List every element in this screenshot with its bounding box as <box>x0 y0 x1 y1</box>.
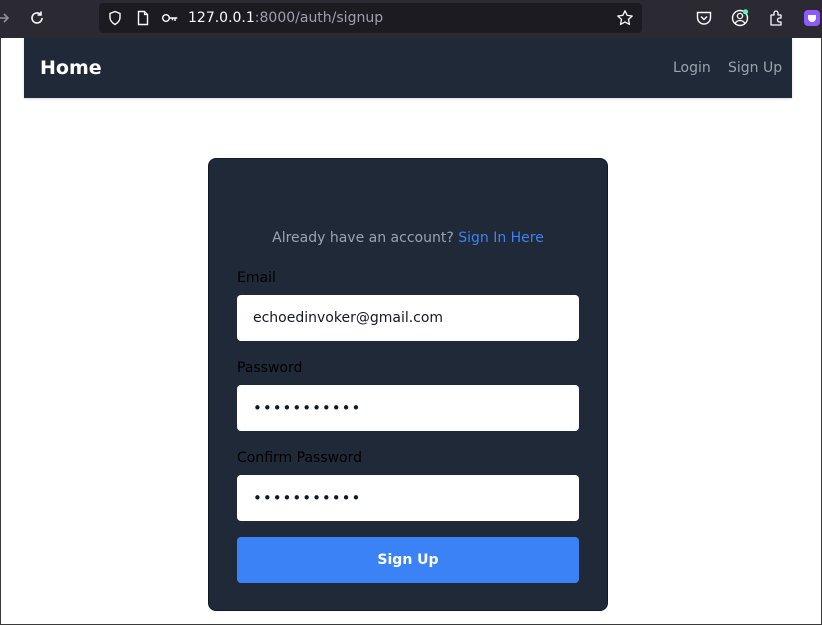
extensions-icon[interactable] <box>764 5 790 31</box>
reload-icon[interactable] <box>24 5 50 31</box>
password-label: Password <box>237 360 303 376</box>
shield-icon[interactable] <box>106 9 124 27</box>
confirm-password-field[interactable] <box>237 475 579 521</box>
signin-hint-text: Already have an account? <box>272 230 454 246</box>
address-bar[interactable]: 127.0.0.1:8000/auth/signup <box>99 3 642 33</box>
nav-login-link[interactable]: Login <box>673 59 711 77</box>
email-field[interactable] <box>237 295 579 341</box>
page-icon[interactable] <box>134 9 152 27</box>
home-link[interactable]: Home <box>40 56 102 80</box>
sign-up-button[interactable]: Sign Up <box>237 537 579 583</box>
signup-form: Already have an account? Sign In Here Em… <box>208 158 608 611</box>
page-viewport: Home Login Sign Up Already have an accou… <box>0 38 822 625</box>
url-text[interactable]: 127.0.0.1:8000/auth/signup <box>188 9 383 27</box>
bookmark-star-icon[interactable] <box>616 9 634 27</box>
browser-toolbar: 127.0.0.1:8000/auth/signup <box>0 0 822 38</box>
signin-hint: Already have an account? Sign In Here <box>209 229 607 247</box>
password-field[interactable] <box>237 385 579 431</box>
site-navbar: Home Login Sign Up <box>24 38 792 98</box>
account-icon[interactable] <box>727 5 753 31</box>
extension-badge-icon[interactable] <box>799 5 822 31</box>
nav-signup-link[interactable]: Sign Up <box>728 59 782 77</box>
sign-in-link[interactable]: Sign In Here <box>458 230 544 246</box>
confirm-password-label: Confirm Password <box>237 450 363 466</box>
key-icon[interactable] <box>161 9 179 27</box>
pocket-icon[interactable] <box>691 5 717 31</box>
email-label: Email <box>237 270 276 286</box>
forward-icon[interactable] <box>0 5 16 31</box>
